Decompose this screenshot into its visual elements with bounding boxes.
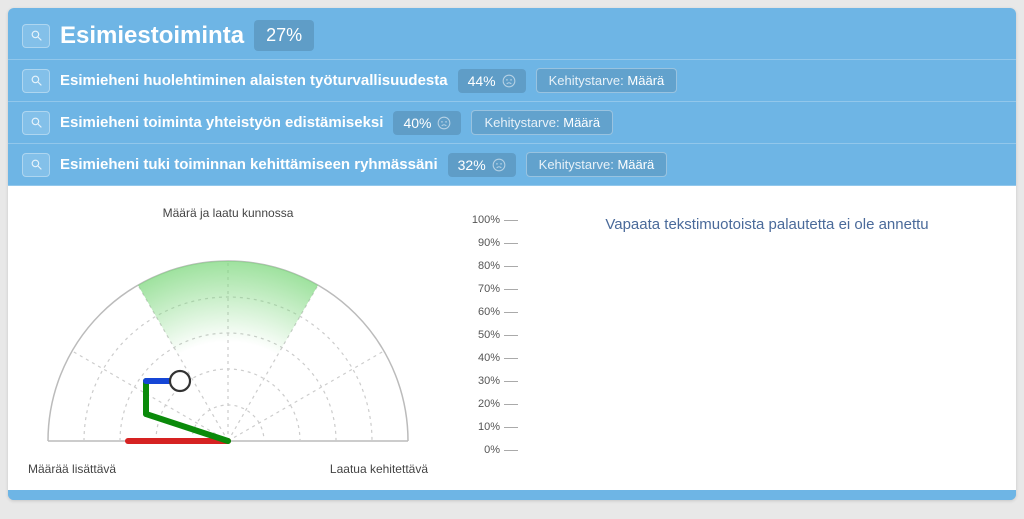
- gauge-chart: Määrä ja laatu kunnossa: [28, 206, 428, 476]
- percent-value: 32%: [458, 157, 486, 173]
- category-percent-badge: 27%: [254, 20, 314, 51]
- dev-value: Määrä: [627, 73, 664, 88]
- question-row-2: Esimieheni tuki toiminnan kehittämiseen …: [8, 144, 1016, 186]
- dev-value: Määrä: [563, 115, 600, 130]
- panel-bottom-accent: [8, 490, 1016, 500]
- development-need-badge: Kehitystarve: Määrä: [536, 68, 678, 93]
- magnifier-icon: [30, 158, 43, 171]
- scale-tick: 60%: [478, 306, 518, 318]
- magnifier-icon: [30, 29, 43, 42]
- percent-scale: 100% 90% 80% 70% 60% 50% 40% 30% 20% 10%…: [448, 206, 518, 456]
- zoom-button[interactable]: [22, 24, 50, 48]
- scale-tick: 80%: [478, 260, 518, 272]
- question-label: Esimieheni tuki toiminnan kehittämiseen …: [60, 156, 438, 173]
- category-title: Esimiestoiminta: [60, 22, 244, 50]
- question-percent-badge: 32%: [448, 153, 516, 177]
- zoom-button[interactable]: [22, 153, 50, 177]
- question-label: Esimieheni huolehtiminen alaisten työtur…: [60, 72, 448, 89]
- feedback-column: Vapaata tekstimuotoista palautetta ei ol…: [538, 206, 996, 476]
- scale-tick: 30%: [478, 375, 518, 387]
- magnifier-icon: [30, 74, 43, 87]
- zoom-button[interactable]: [22, 111, 50, 135]
- sad-face-icon: [492, 158, 506, 172]
- zoom-button[interactable]: [22, 69, 50, 93]
- development-need-badge: Kehitystarve: Määrä: [526, 152, 668, 177]
- scale-tick: 90%: [478, 237, 518, 249]
- gauge-label-top: Määrä ja laatu kunnossa: [163, 206, 294, 220]
- category-panel: Esimiestoiminta 27% Esimieheni huolehtim…: [8, 8, 1016, 500]
- question-row-0: Esimieheni huolehtiminen alaisten työtur…: [8, 60, 1016, 102]
- percent-value: 40%: [403, 115, 431, 131]
- feedback-empty-text: Vapaata tekstimuotoista palautetta ei ol…: [558, 216, 976, 233]
- gauge-label-left: Määrää lisättävä: [28, 462, 116, 476]
- dev-label: Kehitystarve:: [549, 73, 624, 88]
- scale-tick: 20%: [478, 398, 518, 410]
- sad-face-icon: [502, 74, 516, 88]
- scale-tick: 40%: [478, 352, 518, 364]
- header-main-row: Esimiestoiminta 27%: [8, 8, 1016, 60]
- percent-value: 27%: [266, 25, 302, 46]
- scale-tick: 0%: [484, 444, 518, 456]
- magnifier-icon: [30, 116, 43, 129]
- gauge-label-right: Laatua kehitettävä: [330, 462, 428, 476]
- chart-content-area: Määrä ja laatu kunnossa: [8, 186, 1016, 490]
- dev-value: Määrä: [617, 157, 654, 172]
- question-percent-badge: 40%: [393, 111, 461, 135]
- scale-tick: 100%: [472, 214, 518, 226]
- scale-tick: 70%: [478, 283, 518, 295]
- dev-label: Kehitystarve:: [484, 115, 559, 130]
- question-label: Esimieheni toiminta yhteistyön edistämis…: [60, 114, 383, 131]
- question-percent-badge: 44%: [458, 69, 526, 93]
- scale-tick: 10%: [478, 421, 518, 433]
- scale-tick: 50%: [478, 329, 518, 341]
- dev-label: Kehitystarve:: [539, 157, 614, 172]
- sad-face-icon: [437, 116, 451, 130]
- development-need-badge: Kehitystarve: Määrä: [471, 110, 613, 135]
- gauge-svg: [28, 221, 428, 461]
- percent-value: 44%: [468, 73, 496, 89]
- question-row-1: Esimieheni toiminta yhteistyön edistämis…: [8, 102, 1016, 144]
